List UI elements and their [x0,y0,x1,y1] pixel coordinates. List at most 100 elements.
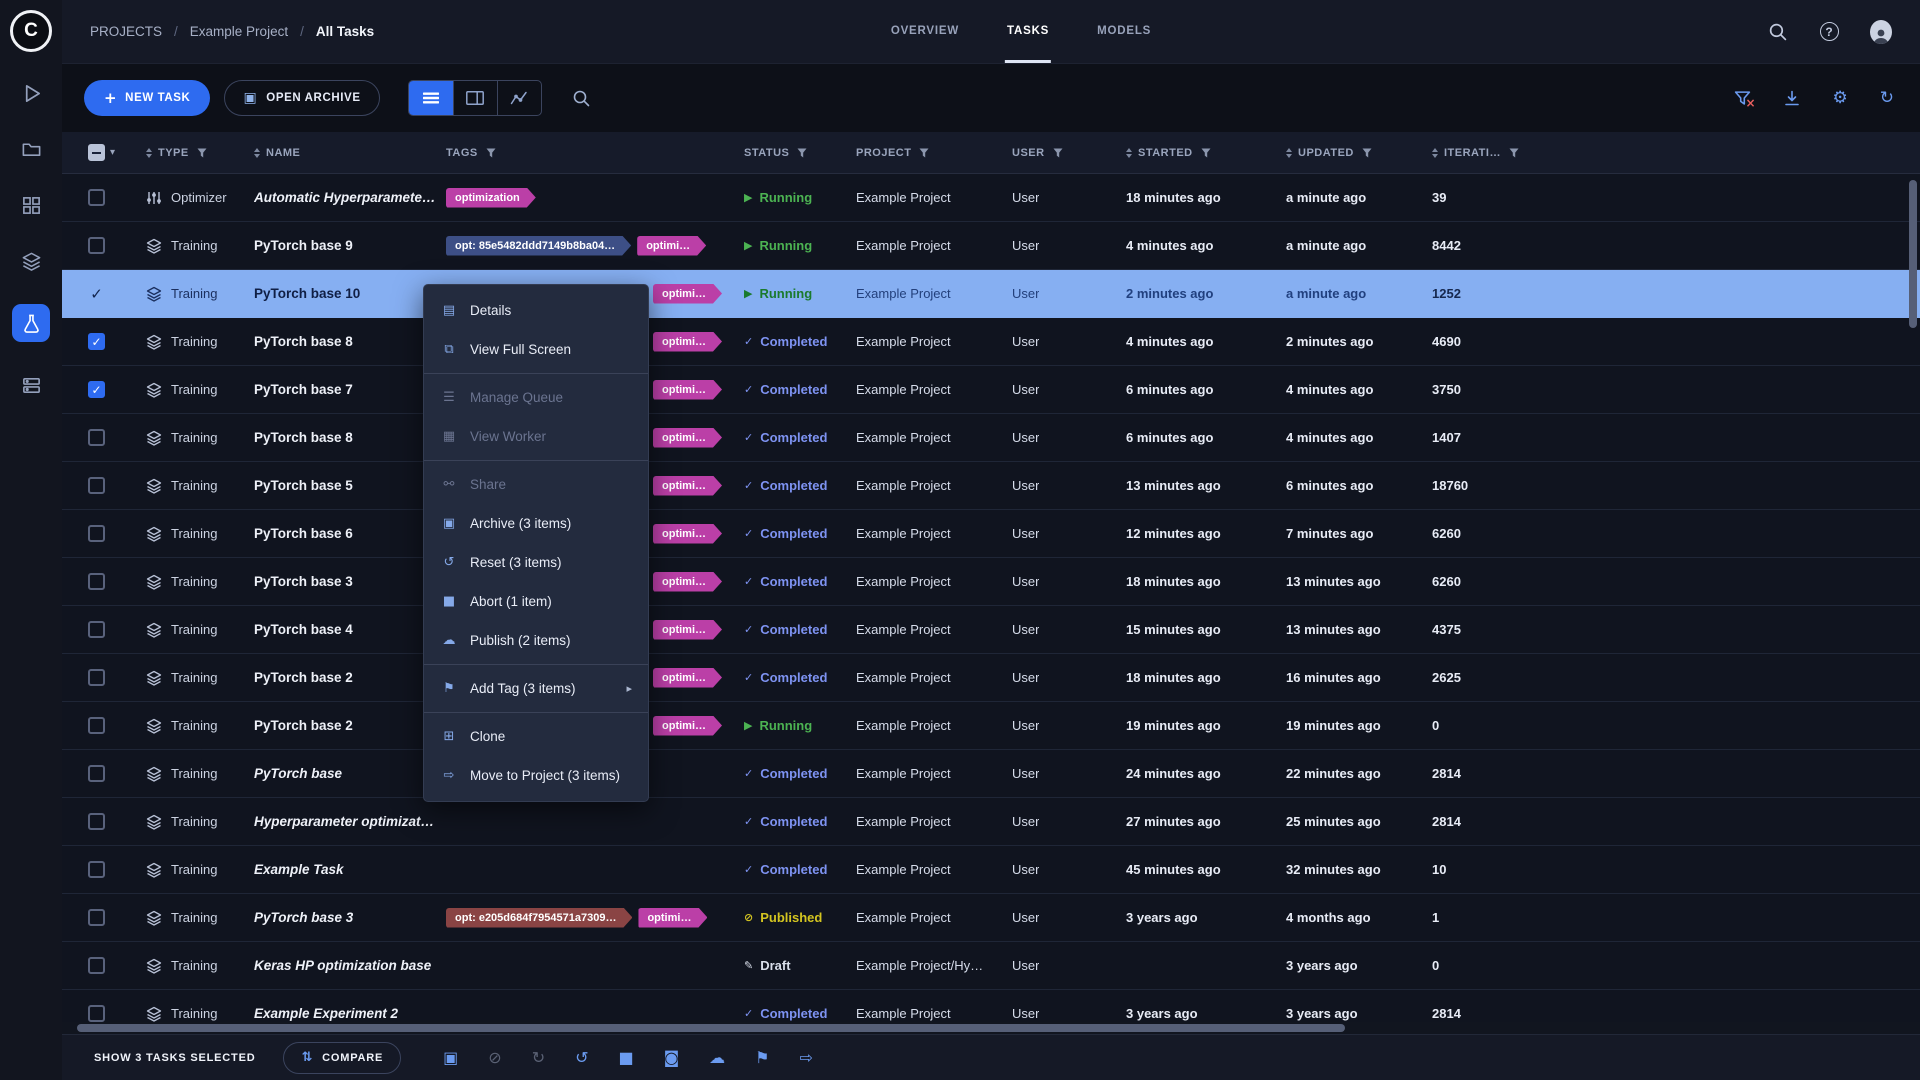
menu-item[interactable]: ☁ Publish (2 items) [424,621,648,660]
sort-icon[interactable] [1432,148,1438,158]
row-checkbox[interactable] [88,861,105,878]
filter-icon[interactable] [919,148,929,158]
table-row[interactable]: Training PyTorch base 9 opt: 85e5482ddd7… [62,222,1920,270]
row-checkbox[interactable] [88,669,105,686]
menu-item[interactable]: ▦ View Worker [424,417,648,456]
column-header[interactable]: USER [1012,147,1126,159]
menu-item[interactable]: ■ Abort (1 item) [424,582,648,621]
tag[interactable]: optimi… [653,668,722,688]
table-view-button[interactable] [409,81,453,115]
row-checkbox[interactable] [88,237,105,254]
horizontal-scrollbar-thumb[interactable] [77,1024,1345,1032]
table-row[interactable]: Training PyTorch base 6 optimi… ✓ Comple… [62,510,1920,558]
row-checkbox[interactable] [88,717,105,734]
retry-button[interactable]: ↻ [532,1048,545,1067]
filter-icon[interactable] [1053,148,1063,158]
tag[interactable]: optimi… [653,284,722,304]
menu-item[interactable]: ☰ Manage Queue [424,378,648,417]
move-selected-button[interactable]: ⇨ [800,1048,813,1067]
table-row[interactable]: Training Example Experiment 2 ✓ Complete… [62,990,1920,1022]
help-icon[interactable]: ? [1818,21,1840,43]
column-header[interactable]: TAGS [446,147,744,159]
page-tab[interactable]: MODELS [1095,0,1153,63]
table-row[interactable]: Training PyTorch base ✓ Completed Exampl… [62,750,1920,798]
selection-summary[interactable]: SHOW 3 TASKS SELECTED [94,1052,255,1064]
column-header[interactable]: NAME [254,147,446,159]
table-row[interactable]: Training Keras HP optimization base ✎ Dr… [62,942,1920,990]
tag[interactable]: opt: e205d684f7954571a7309… [446,908,632,928]
table-row[interactable]: Training PyTorch base 8 optimi… ✓ Comple… [62,318,1920,366]
new-task-button[interactable]: + NEW TASK [84,80,210,116]
tag[interactable]: optimi… [653,428,722,448]
table-row[interactable]: Training PyTorch base 7 optimi… ✓ Comple… [62,366,1920,414]
row-checkbox[interactable] [88,573,105,590]
dequeue-button[interactable]: ⊘ [488,1048,501,1067]
table-row[interactable]: Training PyTorch base 10 optimi… ▶ Runni… [62,270,1920,318]
settings-gear-icon[interactable]: ⚙ [1833,88,1848,108]
menu-item[interactable]: ⧉ View Full Screen [424,330,648,369]
row-checkbox[interactable] [88,909,105,926]
table-row[interactable]: Training PyTorch base 2 optimi… ▶ Runnin… [62,702,1920,750]
column-header[interactable]: UPDATED [1286,147,1432,159]
table-row[interactable]: Training Hyperparameter optimizati… ✓ Co… [62,798,1920,846]
tag[interactable]: optimi… [653,476,722,496]
breadcrumb-item[interactable]: All Tasks [316,24,374,39]
table-row[interactable]: Training PyTorch base 8 optimi… ✓ Comple… [62,414,1920,462]
filter-icon[interactable] [1509,148,1519,158]
table-row[interactable]: Training PyTorch base 3 opt: e205d684f79… [62,894,1920,942]
tag[interactable]: optimi… [653,332,722,352]
filter-icon[interactable] [486,148,496,158]
row-checkbox[interactable] [88,381,105,398]
table-search-icon[interactable] [572,89,590,107]
select-dropdown-caret-icon[interactable]: ▾ [110,147,116,158]
download-icon[interactable] [1783,89,1801,107]
sort-icon[interactable] [254,148,260,158]
breadcrumb-item[interactable]: Example Project [190,24,316,39]
card-view-button[interactable] [453,81,497,115]
menu-item[interactable]: ⇨ Move to Project (3 items) [424,756,648,795]
column-header[interactable]: STARTED [1126,147,1286,159]
nav-pipelines-icon[interactable] [12,248,50,274]
tag[interactable]: optimi… [653,380,722,400]
sort-icon[interactable] [1286,148,1292,158]
tag[interactable]: opt: 85e5482ddd7149b8ba04… [446,236,631,256]
open-archive-button[interactable]: ▣ OPEN ARCHIVE [224,80,379,116]
row-checkbox[interactable] [88,333,105,350]
tag[interactable]: optimi… [638,908,707,928]
page-tab[interactable]: TASKS [1005,0,1051,63]
compare-button[interactable]: ⇅ COMPARE [283,1042,401,1074]
menu-item[interactable]: ▣ Archive (3 items) [424,504,648,543]
search-icon[interactable] [1766,21,1788,43]
vertical-scrollbar-thumb[interactable] [1909,180,1917,328]
abort-selected-button[interactable]: ■ [619,1048,634,1067]
row-checkbox[interactable] [88,1005,105,1022]
table-row[interactable]: Optimizer Automatic Hyperparamete… optim… [62,174,1920,222]
menu-item[interactable]: ↺ Reset (3 items) [424,543,648,582]
table-row[interactable]: Training PyTorch base 2 optimi… ✓ Comple… [62,654,1920,702]
auto-refresh-icon[interactable]: ↻ [1880,88,1894,108]
table-row[interactable]: Training PyTorch base 5 optimi… ✓ Comple… [62,462,1920,510]
tag[interactable]: optimi… [637,236,706,256]
filter-icon[interactable] [1362,148,1372,158]
row-checkbox[interactable] [88,429,105,446]
page-tab[interactable]: OVERVIEW [889,0,961,63]
sort-icon[interactable] [146,148,152,158]
column-header[interactable]: ITERATI… [1432,147,1562,159]
chart-view-button[interactable] [497,81,541,115]
nav-dashboard-icon[interactable] [12,80,50,106]
row-checkbox[interactable] [88,621,105,638]
publish-selected-button[interactable]: ☁ [709,1048,725,1067]
menu-item[interactable]: ▤ Details [424,291,648,330]
nav-projects-icon[interactable] [12,136,50,162]
menu-item[interactable]: ⊞ Clone [424,717,648,756]
tag[interactable]: optimi… [653,620,722,640]
nav-workers-queues-icon[interactable] [12,372,50,398]
table-row[interactable]: Training PyTorch base 3 optimi… ✓ Comple… [62,558,1920,606]
row-checkbox[interactable] [88,477,105,494]
clear-filters-icon[interactable]: × [1734,90,1751,107]
filter-icon[interactable] [797,148,807,158]
reset-selected-button[interactable]: ↺ [575,1048,588,1067]
nav-datasets-icon[interactable] [12,192,50,218]
nav-experiments-icon[interactable] [12,304,50,342]
tag[interactable]: optimi… [653,572,722,592]
